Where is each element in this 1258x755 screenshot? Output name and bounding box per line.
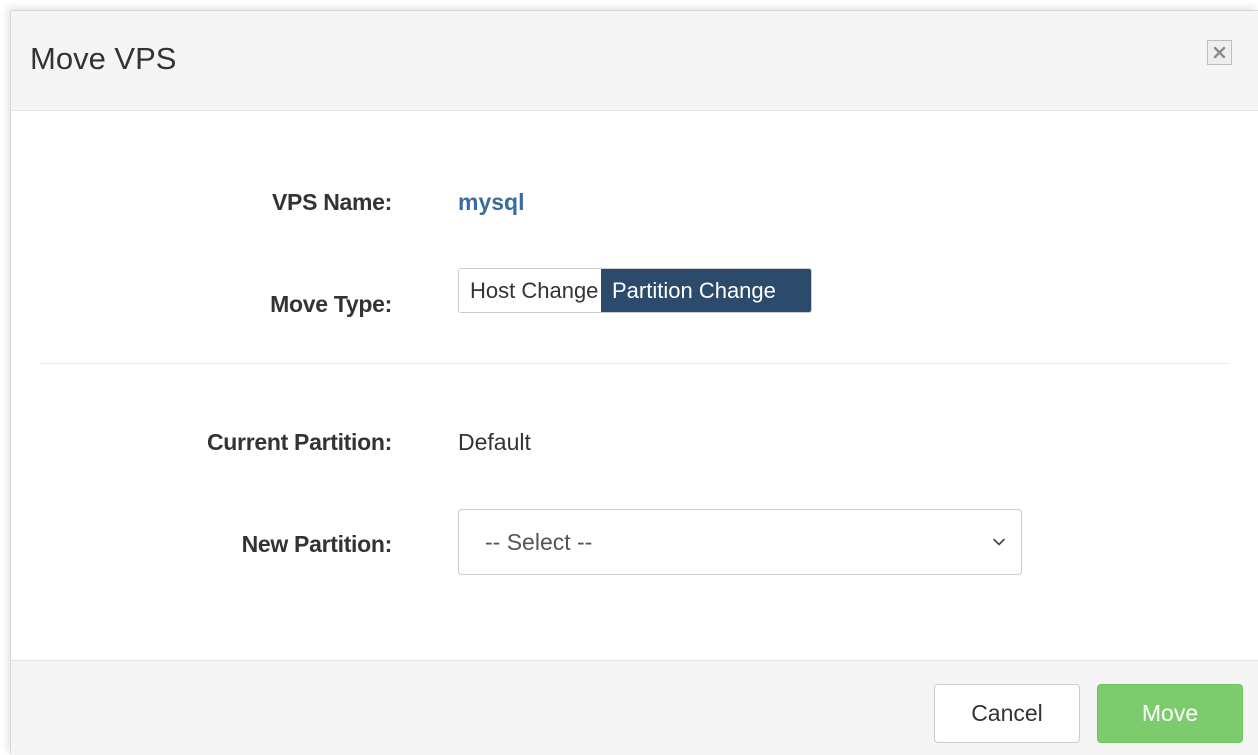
move-vps-dialog: Move VPS VPS Name: mysql Move Type: Host…: [10, 10, 1258, 755]
dialog-footer: Cancel Move: [11, 660, 1258, 755]
new-partition-selected-value: -- Select --: [485, 529, 593, 555]
vps-name-value[interactable]: mysql: [458, 191, 524, 214]
cancel-button[interactable]: Cancel: [934, 684, 1080, 743]
current-partition-value: Default: [458, 429, 531, 455]
move-type-label: Move Type:: [270, 291, 392, 317]
close-button[interactable]: [1207, 40, 1232, 65]
chevron-down-icon: [993, 538, 1005, 546]
dialog-header: Move VPS: [11, 11, 1258, 111]
vps-name-label: VPS Name:: [271, 189, 392, 215]
toggle-host-change[interactable]: Host Change: [459, 269, 601, 312]
move-button[interactable]: Move: [1097, 684, 1243, 743]
new-partition-select[interactable]: -- Select --: [458, 509, 1022, 575]
dialog-title: Move VPS: [30, 41, 177, 76]
new-partition-label: New Partition:: [241, 531, 393, 557]
close-icon: [1213, 46, 1226, 59]
current-partition-label: Current Partition:: [207, 429, 392, 455]
section-divider: [39, 363, 1229, 364]
move-type-toggle: Host Change Partition Change: [458, 268, 812, 313]
toggle-partition-change[interactable]: Partition Change: [601, 269, 811, 312]
